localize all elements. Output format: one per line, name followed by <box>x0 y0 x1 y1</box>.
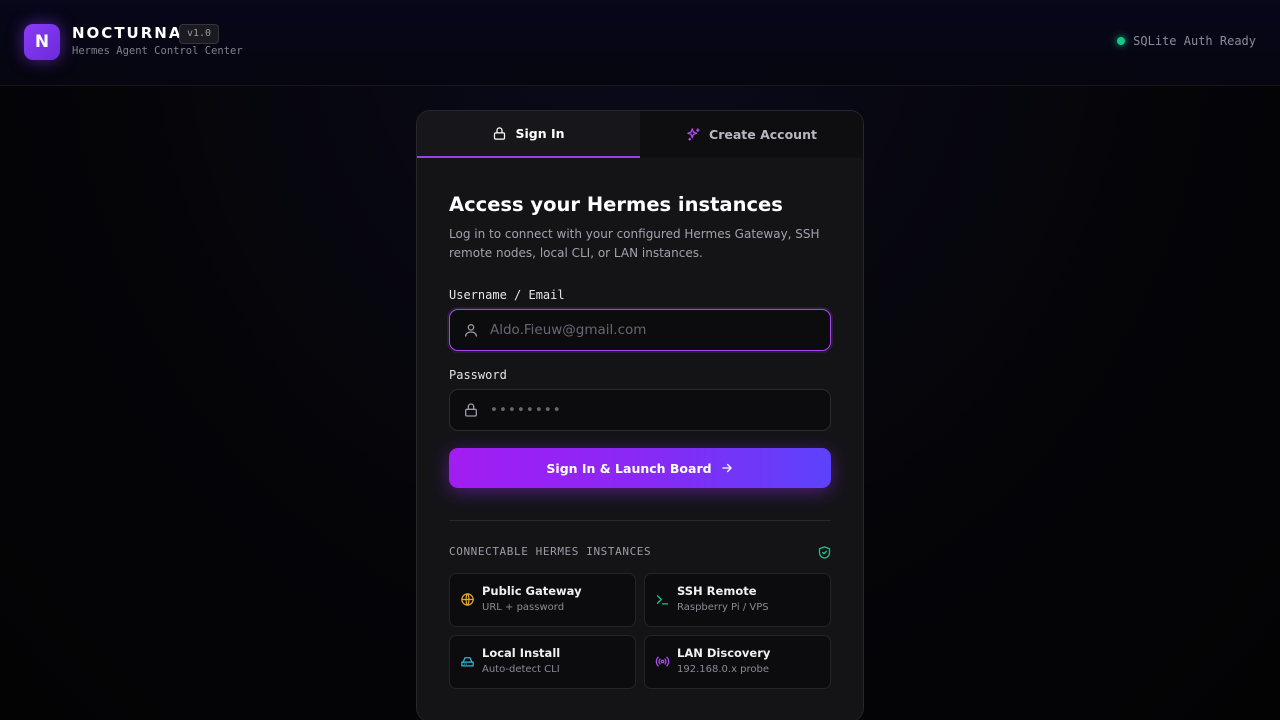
instance-title: LAN Discovery <box>677 646 771 660</box>
auth-tabs: Sign In Create Account <box>417 111 863 158</box>
terminal-icon <box>656 595 669 605</box>
username-label: Username / Email <box>449 288 565 302</box>
lock-icon <box>465 403 477 417</box>
instance-title: Local Install <box>482 646 561 660</box>
tab-sign-in-label: Sign In <box>515 126 565 141</box>
password-label: Password <box>449 368 507 382</box>
user-icon <box>465 324 477 337</box>
section-divider <box>449 520 831 521</box>
instance-public-gateway[interactable]: Public Gateway URL + password <box>449 573 636 627</box>
username-field[interactable] <box>449 309 831 351</box>
app-name: NOCTURNA <box>72 24 183 42</box>
version-badge: v1.0 <box>179 24 220 44</box>
tab-create-account-label: Create Account <box>709 127 817 142</box>
instance-lan-discovery[interactable]: LAN Discovery 192.168.0.x probe <box>644 635 831 689</box>
instance-title: SSH Remote <box>677 584 757 598</box>
top-bar: N NOCTURNA v1.0 Hermes Agent Control Cen… <box>0 0 1280 86</box>
hard-drive-icon <box>461 657 474 667</box>
username-input[interactable] <box>490 310 820 350</box>
arrow-right-icon <box>721 463 732 473</box>
app-logo: N <box>24 24 60 60</box>
instance-ssh-remote[interactable]: SSH Remote Raspberry Pi / VPS <box>644 573 831 627</box>
lock-icon <box>494 127 506 140</box>
instance-subtitle: 192.168.0.x probe <box>677 664 770 675</box>
sign-in-launch-label: Sign In & Launch Board <box>546 460 712 476</box>
app-subtitle: Hermes Agent Control Center <box>72 45 243 57</box>
auth-status: SQLite Auth Ready <box>1117 34 1256 48</box>
instance-subtitle: Raspberry Pi / VPS <box>677 602 769 613</box>
instance-title: Public Gateway <box>482 584 582 598</box>
broadcast-icon <box>655 656 670 667</box>
status-text: SQLite Auth Ready <box>1133 34 1256 48</box>
shield-check-icon <box>818 546 831 559</box>
tab-create-account[interactable]: Create Account <box>640 111 863 158</box>
form-heading: Access your Hermes instances <box>449 193 783 216</box>
sign-in-launch-button[interactable]: Sign In & Launch Board <box>449 448 831 488</box>
instance-subtitle: URL + password <box>482 602 565 613</box>
password-field[interactable] <box>449 389 831 431</box>
instances-section-title: CONNECTABLE HERMES INSTANCES <box>449 545 652 558</box>
globe-icon <box>461 593 474 606</box>
auth-card: Sign In Create Account Access your Herme… <box>416 110 864 720</box>
password-input[interactable] <box>490 390 820 430</box>
status-indicator-dot <box>1117 37 1126 45</box>
tab-sign-in[interactable]: Sign In <box>417 111 640 158</box>
logo-letter: N <box>34 32 50 52</box>
instance-local-install[interactable]: Local Install Auto-detect CLI <box>449 635 636 689</box>
form-description: Log in to connect with your configured H… <box>449 227 820 260</box>
instance-subtitle: Auto-detect CLI <box>482 664 560 675</box>
sparkles-icon <box>687 128 700 141</box>
